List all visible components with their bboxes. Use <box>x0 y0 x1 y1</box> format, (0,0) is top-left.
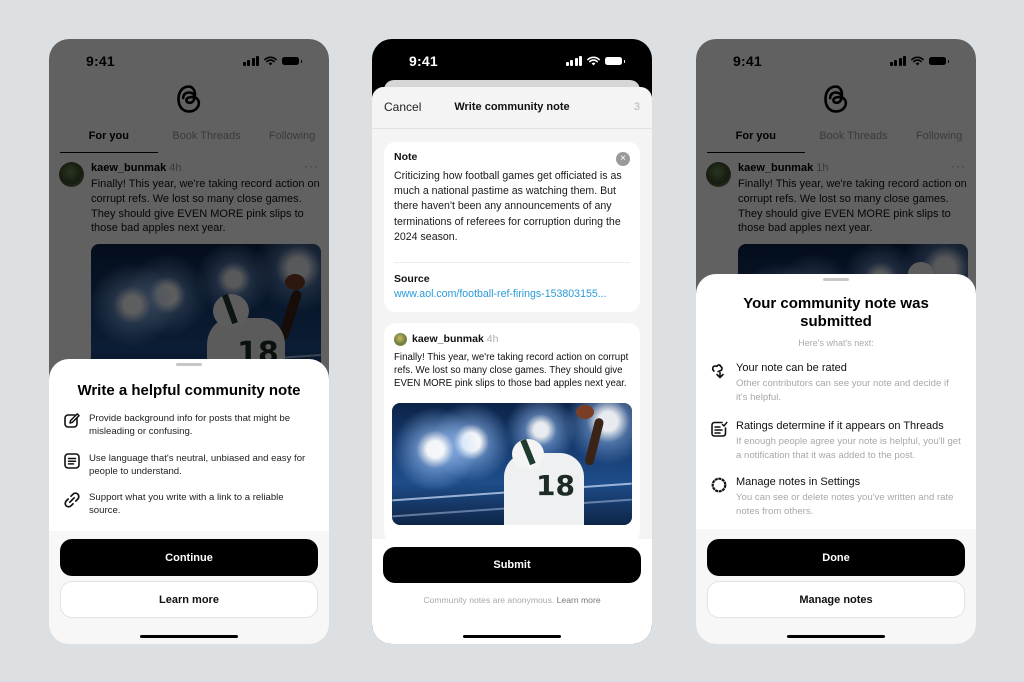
wifi-icon <box>587 56 600 66</box>
battery-icon <box>605 57 625 65</box>
status-bar: 9:41 <box>372 39 652 83</box>
sheet-title: Write a helpful community note <box>77 382 301 399</box>
quoted-post: kaew_bunmak 4h Finally! This year, we're … <box>384 323 640 543</box>
learn-more-button[interactable]: Learn more <box>60 581 318 618</box>
note-card: Note × Criticizing how football games ge… <box>384 142 640 312</box>
done-button[interactable]: Done <box>707 539 965 576</box>
manage-notes-button[interactable]: Manage notes <box>707 581 965 618</box>
checklist-icon <box>711 421 728 437</box>
learn-more-link[interactable]: Learn more <box>557 595 601 605</box>
home-indicator[interactable] <box>140 635 238 638</box>
football-player-figure: 18 <box>500 405 630 525</box>
home-indicator[interactable] <box>463 635 561 638</box>
source-link[interactable]: www.aol.com/football-ref-firings-1538031… <box>394 288 632 300</box>
continue-button[interactable]: Continue <box>60 539 318 576</box>
anonymous-notice: Community notes are anonymous. Learn mor… <box>423 595 601 605</box>
compose-header: Cancel Write community note 3 <box>372 87 652 129</box>
sheet-subtitle: Here's what's next: <box>798 338 874 348</box>
post-username: kaew_bunmak <box>412 333 484 345</box>
phone-screen-intro: 9:41 For you Book Threads Following kaew… <box>49 39 329 644</box>
avatar <box>394 333 407 346</box>
sheet-grabber[interactable] <box>176 363 202 366</box>
settings-icon <box>711 477 727 493</box>
clear-note-icon[interactable]: × <box>616 152 630 166</box>
post-image: 18 <box>392 403 632 525</box>
sheet-title: Your community note was submitted <box>743 295 929 330</box>
status-time: 9:41 <box>409 53 438 69</box>
step-count: 3 <box>633 101 640 113</box>
note-submitted-sheet: Your community note was submitted Here's… <box>696 274 976 644</box>
source-label: Source <box>394 273 430 285</box>
cellular-signal-icon <box>565 56 582 66</box>
compose-title: Write community note <box>454 101 570 113</box>
phone-screen-compose: 9:41 Cancel Write community note 3 Note … <box>372 39 652 644</box>
community-note-intro-sheet: Write a helpful community note Provide b… <box>49 359 329 644</box>
post-time: 4h <box>486 333 499 345</box>
note-label: Note <box>394 151 418 163</box>
link-icon <box>64 492 80 508</box>
rate-icon <box>711 364 724 379</box>
note-textarea[interactable]: Criticizing how football games get offic… <box>394 169 628 245</box>
submit-button[interactable]: Submit <box>383 547 641 583</box>
document-icon <box>64 453 80 469</box>
compose-note-sheet: Cancel Write community note 3 Note × Cri… <box>372 87 652 644</box>
post-text: Finally! This year, we're taking record … <box>394 352 629 389</box>
sheet-grabber[interactable] <box>823 278 849 281</box>
edit-icon <box>64 413 80 428</box>
home-indicator[interactable] <box>787 635 885 638</box>
phone-screen-submitted: 9:41 For you Book Threads Following kaew… <box>696 39 976 644</box>
